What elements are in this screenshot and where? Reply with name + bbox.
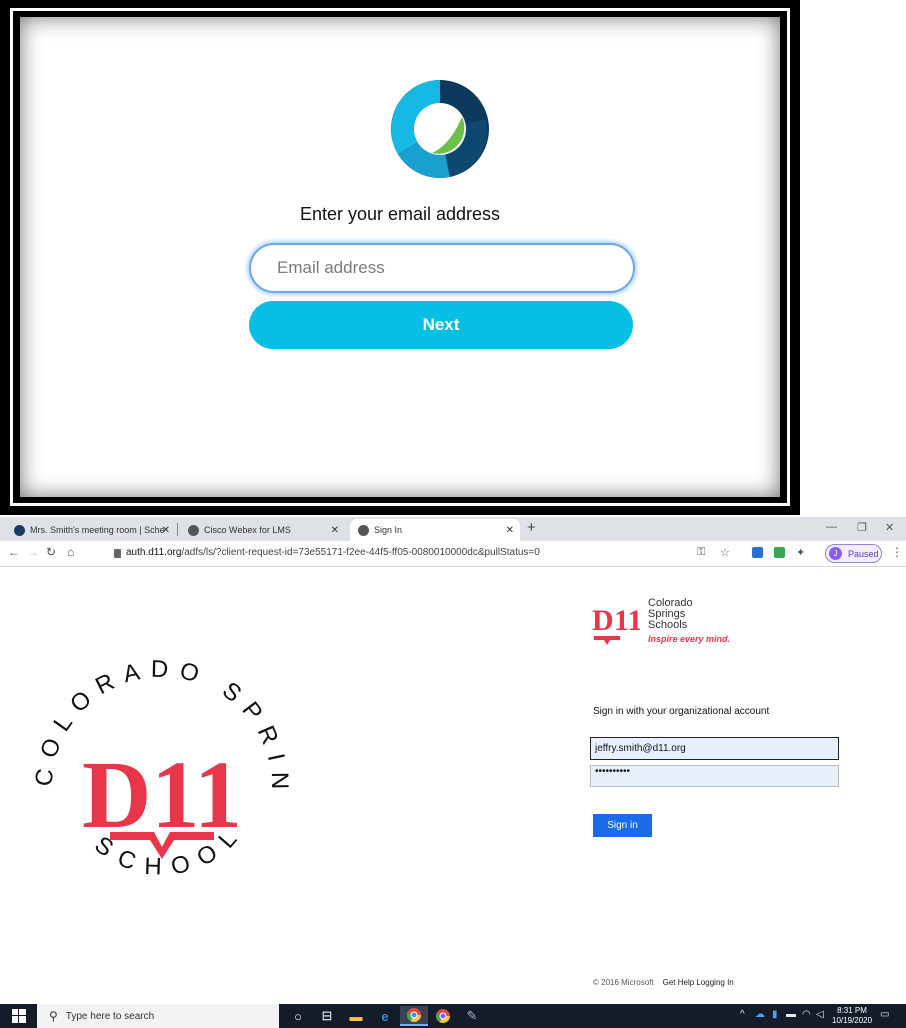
page-footer: © 2016 Microsoft Get Help Logging In xyxy=(593,978,734,987)
search-placeholder: Type here to search xyxy=(65,1010,155,1022)
url-host: auth.d11.org xyxy=(126,547,182,558)
globe-icon xyxy=(188,524,199,536)
task-view-icon[interactable]: ⊟ xyxy=(313,1006,341,1026)
security-icon[interactable]: ▮ xyxy=(772,1009,778,1020)
wifi-icon[interactable]: ◠ xyxy=(802,1009,811,1020)
search-icon: ⚲ xyxy=(49,1009,58,1023)
webex-login-panel: Enter your email address Next xyxy=(20,17,780,497)
extension-icon[interactable] xyxy=(774,547,785,558)
close-tab-icon[interactable]: ✕ xyxy=(331,525,339,536)
help-link[interactable]: Get Help Logging In xyxy=(663,978,734,987)
webex-screenshot-frame: Enter your email address Next xyxy=(0,0,800,515)
svg-text:D: D xyxy=(592,604,614,637)
taskbar-search-box[interactable]: ⚲ Type here to search xyxy=(37,1004,279,1028)
windows-logo-icon xyxy=(11,1009,26,1023)
forward-icon[interactable]: → xyxy=(27,545,39,559)
username-input[interactable] xyxy=(590,737,839,760)
close-tab-icon[interactable]: ✕ xyxy=(506,525,514,536)
sign-in-button[interactable]: Sign in xyxy=(593,814,652,837)
password-input[interactable]: •••••••••• xyxy=(590,765,839,787)
signin-heading: Sign in with your organizational account xyxy=(593,706,770,717)
globe-icon xyxy=(358,524,369,536)
clock-time: 8:31 PM xyxy=(837,1006,867,1015)
tab-cisco-webex-lms[interactable]: Cisco Webex for LMS ✕ xyxy=(180,519,345,541)
windows-taskbar: ⚲ Type here to search ○ ⊟ ▬ e ✎ ^ ☁ ▮ ▬ … xyxy=(0,1004,906,1028)
close-tab-icon[interactable]: ✕ xyxy=(162,525,170,536)
svg-text:11: 11 xyxy=(614,604,640,637)
url-path: /adfs/ls/?client-request-id=73e55171-f2e… xyxy=(181,547,540,558)
browser-tab-bar: Mrs. Smith's meeting room | Sche ✕ Cisco… xyxy=(0,517,906,541)
address-toolbar: ← → ↻ ⌂ auth.d11.org/adfs/ls/?client-req… xyxy=(0,541,906,567)
profile-button[interactable]: J Paused xyxy=(825,544,882,563)
volume-icon[interactable]: ◁ xyxy=(816,1009,824,1020)
extension-icon[interactable] xyxy=(752,547,763,558)
brand-line: Schools xyxy=(648,619,688,631)
d11-brand-logo: D 11 Colorado Springs Schools Inspire ev… xyxy=(592,596,742,652)
webex-icon xyxy=(14,524,25,536)
chrome-icon[interactable] xyxy=(400,1006,428,1026)
email-address-input[interactable] xyxy=(249,243,635,293)
lock-icon xyxy=(114,549,121,558)
tab-webex-meeting-room[interactable]: Mrs. Smith's meeting room | Sche ✕ xyxy=(6,519,176,541)
edge-icon[interactable]: e xyxy=(371,1006,399,1026)
next-button[interactable]: Next xyxy=(249,301,633,349)
clock-date: 10/19/2020 xyxy=(832,1016,873,1025)
minimize-icon[interactable]: — xyxy=(826,521,837,533)
start-button[interactable] xyxy=(0,1004,37,1028)
copyright-text: © 2016 Microsoft xyxy=(593,978,654,987)
onedrive-icon[interactable]: ☁ xyxy=(755,1009,765,1020)
avatar: J xyxy=(829,547,842,560)
close-window-icon[interactable]: ✕ xyxy=(885,521,894,534)
new-tab-button[interactable]: + xyxy=(527,519,536,536)
file-explorer-icon[interactable]: ▬ xyxy=(342,1006,370,1026)
home-icon[interactable]: ⌂ xyxy=(67,545,74,559)
app-icon[interactable]: ✎ xyxy=(458,1006,486,1026)
puzzle-icon[interactable]: ✦ xyxy=(796,546,805,559)
chevron-up-icon[interactable]: ^ xyxy=(740,1009,745,1020)
tab-divider xyxy=(177,523,178,536)
restore-icon[interactable]: ❐ xyxy=(857,521,867,534)
notifications-icon[interactable]: ▭ xyxy=(880,1009,889,1020)
tab-title: Sign In xyxy=(374,525,403,535)
email-prompt-heading: Enter your email address xyxy=(299,204,501,224)
d11-logo-text: D11 xyxy=(82,741,242,848)
tab-title: Cisco Webex for LMS xyxy=(204,525,291,535)
url-field[interactable]: auth.d11.org/adfs/ls/?client-request-id=… xyxy=(126,547,540,558)
clock[interactable]: 8:31 PM 10/19/2020 xyxy=(832,1006,872,1026)
d11-seal-logo: COLORADO SPRINGS SCHOOLS D11 xyxy=(22,647,283,881)
profile-status: Paused xyxy=(848,548,879,559)
tab-title: Mrs. Smith's meeting room | Sche xyxy=(30,525,165,535)
battery-icon[interactable]: ▬ xyxy=(786,1009,796,1020)
brand-tagline: Inspire every mind. xyxy=(648,634,731,644)
tab-sign-in[interactable]: Sign In ✕ xyxy=(350,519,520,541)
chrome-profile-icon[interactable] xyxy=(429,1006,457,1026)
reload-icon[interactable]: ↻ xyxy=(46,545,56,559)
back-icon[interactable]: ← xyxy=(8,545,20,559)
webex-logo-icon xyxy=(391,80,489,179)
menu-icon[interactable]: ⋮ xyxy=(891,545,903,559)
d11-mark-digits-icon: 11 xyxy=(614,604,640,637)
star-icon[interactable]: ☆ xyxy=(720,546,730,559)
key-icon[interactable]: ⚿ xyxy=(697,546,705,559)
cortana-icon[interactable]: ○ xyxy=(284,1006,312,1026)
